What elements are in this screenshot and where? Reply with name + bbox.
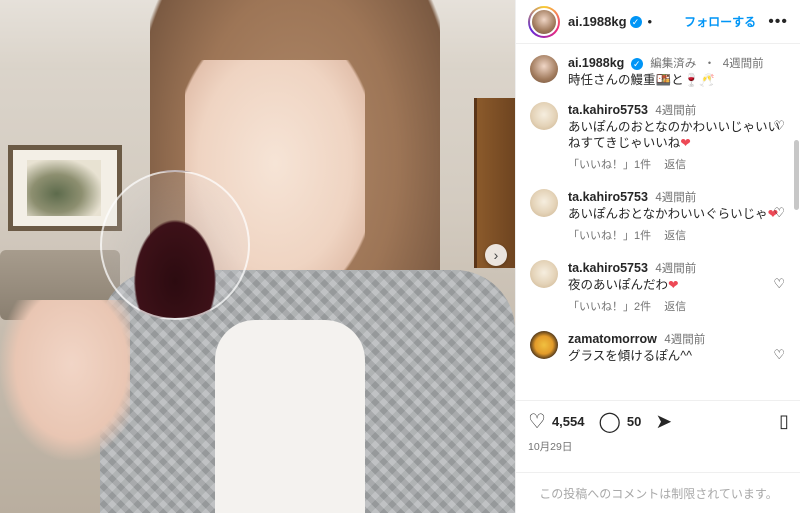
comment-icon[interactable]: ◯ — [598, 409, 620, 434]
comment-username[interactable]: zamatomorrow — [568, 332, 657, 346]
comment-actions: 「いいね！」2件 返信 — [568, 299, 789, 315]
comment-like-heart-icon[interactable]: ♡ — [773, 118, 785, 134]
comment-text: あいぽんおとなかわいいぐらいじゃ❤ — [568, 206, 789, 222]
comment-username[interactable]: ta.kahiro5753 — [568, 190, 648, 204]
caption-separator: ・ — [703, 58, 716, 70]
post-actions: ♡ 4,554 ◯ 50 ➤ ▯ 10月29日 — [516, 400, 800, 472]
caption-time[interactable]: 4週間前 — [723, 58, 764, 70]
comment-actions: 「いいね！」1件 返信 — [568, 157, 789, 173]
commenter-avatar[interactable] — [530, 260, 558, 288]
chevron-right-icon: › — [493, 247, 499, 263]
reply-button[interactable]: 返信 — [664, 159, 686, 171]
comment-item: zamatomorrow 4週間前 グラスを傾けるぽん^^ ♡ — [530, 331, 789, 364]
share-icon[interactable]: ➤ — [655, 409, 672, 434]
caption-username[interactable]: ai.1988kg — [568, 56, 624, 70]
photo-wine-glass — [100, 170, 250, 320]
caption-avatar[interactable] — [530, 55, 558, 83]
comment-like-heart-icon[interactable]: ♡ — [773, 347, 785, 363]
red-heart-emoji-icon: ❤ — [668, 278, 679, 292]
post-header: ai.1988kg ✓ • フォローする ••• — [516, 0, 800, 44]
comment-like-count[interactable]: 「いいね！」1件 — [568, 159, 651, 171]
comment-text-body: 夜のあいぽんだわ — [568, 278, 669, 292]
post-date[interactable]: 10月29日 — [528, 439, 789, 454]
post-caption: ai.1988kg ✓ 編集済み ・ 4週間前 時任さんの鰻重🍱と🍷🥂 — [530, 55, 789, 88]
post-photo[interactable]: › — [0, 0, 515, 513]
comment-text-body: あいぽんおとなかわいいぐらいじゃ — [568, 207, 768, 221]
heart-icon[interactable]: ♡ — [528, 409, 546, 434]
owner-username[interactable]: ai.1988kg — [568, 14, 627, 29]
photo-person-hand — [0, 300, 130, 460]
comment-item: ta.kahiro5753 4週間前 夜のあいぽんだわ❤ 「いいね！」2件 返信… — [530, 260, 789, 315]
follow-button[interactable]: フォローする — [684, 13, 756, 30]
post-side-panel: ai.1988kg ✓ • フォローする ••• ai.1988kg ✓ 編集済… — [515, 0, 800, 513]
comments-scrollbar[interactable] — [794, 140, 799, 210]
comment-count[interactable]: 50 — [627, 414, 641, 429]
reply-button[interactable]: 返信 — [664, 230, 686, 242]
comment-time[interactable]: 4週間前 — [655, 192, 696, 204]
comment-actions: 「いいね！」1件 返信 — [568, 228, 789, 244]
commenter-avatar[interactable] — [530, 189, 558, 217]
next-photo-button[interactable]: › — [485, 244, 507, 266]
comment-time[interactable]: 4週間前 — [655, 105, 696, 117]
verified-badge-icon: ✓ — [630, 57, 643, 70]
caption-edited-label: 編集済み — [650, 58, 697, 70]
comment-item: ta.kahiro5753 4週間前 あいぽんおとなかわいいぐらいじゃ❤ 「いい… — [530, 189, 789, 244]
comment-like-count[interactable]: 「いいね！」2件 — [568, 301, 651, 313]
comment-text: あいぽんのおとなのかわいいじゃいいねすてきじゃいいね❤ — [568, 119, 789, 151]
verified-badge-icon: ✓ — [629, 15, 642, 28]
caption-text: 時任さんの鰻重🍱と🍷🥂 — [568, 73, 715, 87]
action-icons-row: ♡ 4,554 ◯ 50 ➤ ▯ — [528, 401, 789, 441]
comment-text-body: あいぽんのおとなのかわいいじゃいいねすてきじゃいいね — [568, 120, 781, 150]
comment-like-count[interactable]: 「いいね！」1件 — [568, 230, 651, 242]
red-heart-emoji-icon: ❤ — [680, 136, 691, 150]
photo-door — [474, 98, 515, 268]
bookmark-icon[interactable]: ▯ — [779, 411, 789, 432]
owner-avatar-image — [530, 7, 558, 36]
commenter-avatar[interactable] — [530, 102, 558, 130]
comment-time[interactable]: 4週間前 — [655, 263, 696, 275]
comments-list[interactable]: ai.1988kg ✓ 編集済み ・ 4週間前 時任さんの鰻重🍱と🍷🥂 ta.k… — [516, 45, 800, 395]
comment-time[interactable]: 4週間前 — [664, 334, 705, 346]
comment-text: グラスを傾けるぽん^^ — [568, 349, 692, 363]
reply-button[interactable]: 返信 — [664, 301, 686, 313]
comment-text: 夜のあいぽんだわ❤ — [568, 277, 789, 293]
comments-restricted-notice: この投稿へのコメントは制限されています。 — [516, 472, 800, 513]
owner-avatar[interactable] — [528, 5, 560, 38]
comment-username[interactable]: ta.kahiro5753 — [568, 261, 648, 275]
comment-like-heart-icon[interactable]: ♡ — [773, 205, 785, 221]
photo-person-top — [215, 320, 365, 513]
comment-like-heart-icon[interactable]: ♡ — [773, 276, 785, 292]
comment-username[interactable]: ta.kahiro5753 — [568, 103, 648, 117]
header-separator: • — [647, 14, 653, 29]
commenter-avatar[interactable] — [530, 331, 558, 359]
comment-item: ta.kahiro5753 4週間前 あいぽんのおとなのかわいいじゃいいねすてき… — [530, 102, 789, 173]
like-count[interactable]: 4,554 — [552, 414, 585, 429]
more-options-icon[interactable]: ••• — [768, 13, 788, 31]
